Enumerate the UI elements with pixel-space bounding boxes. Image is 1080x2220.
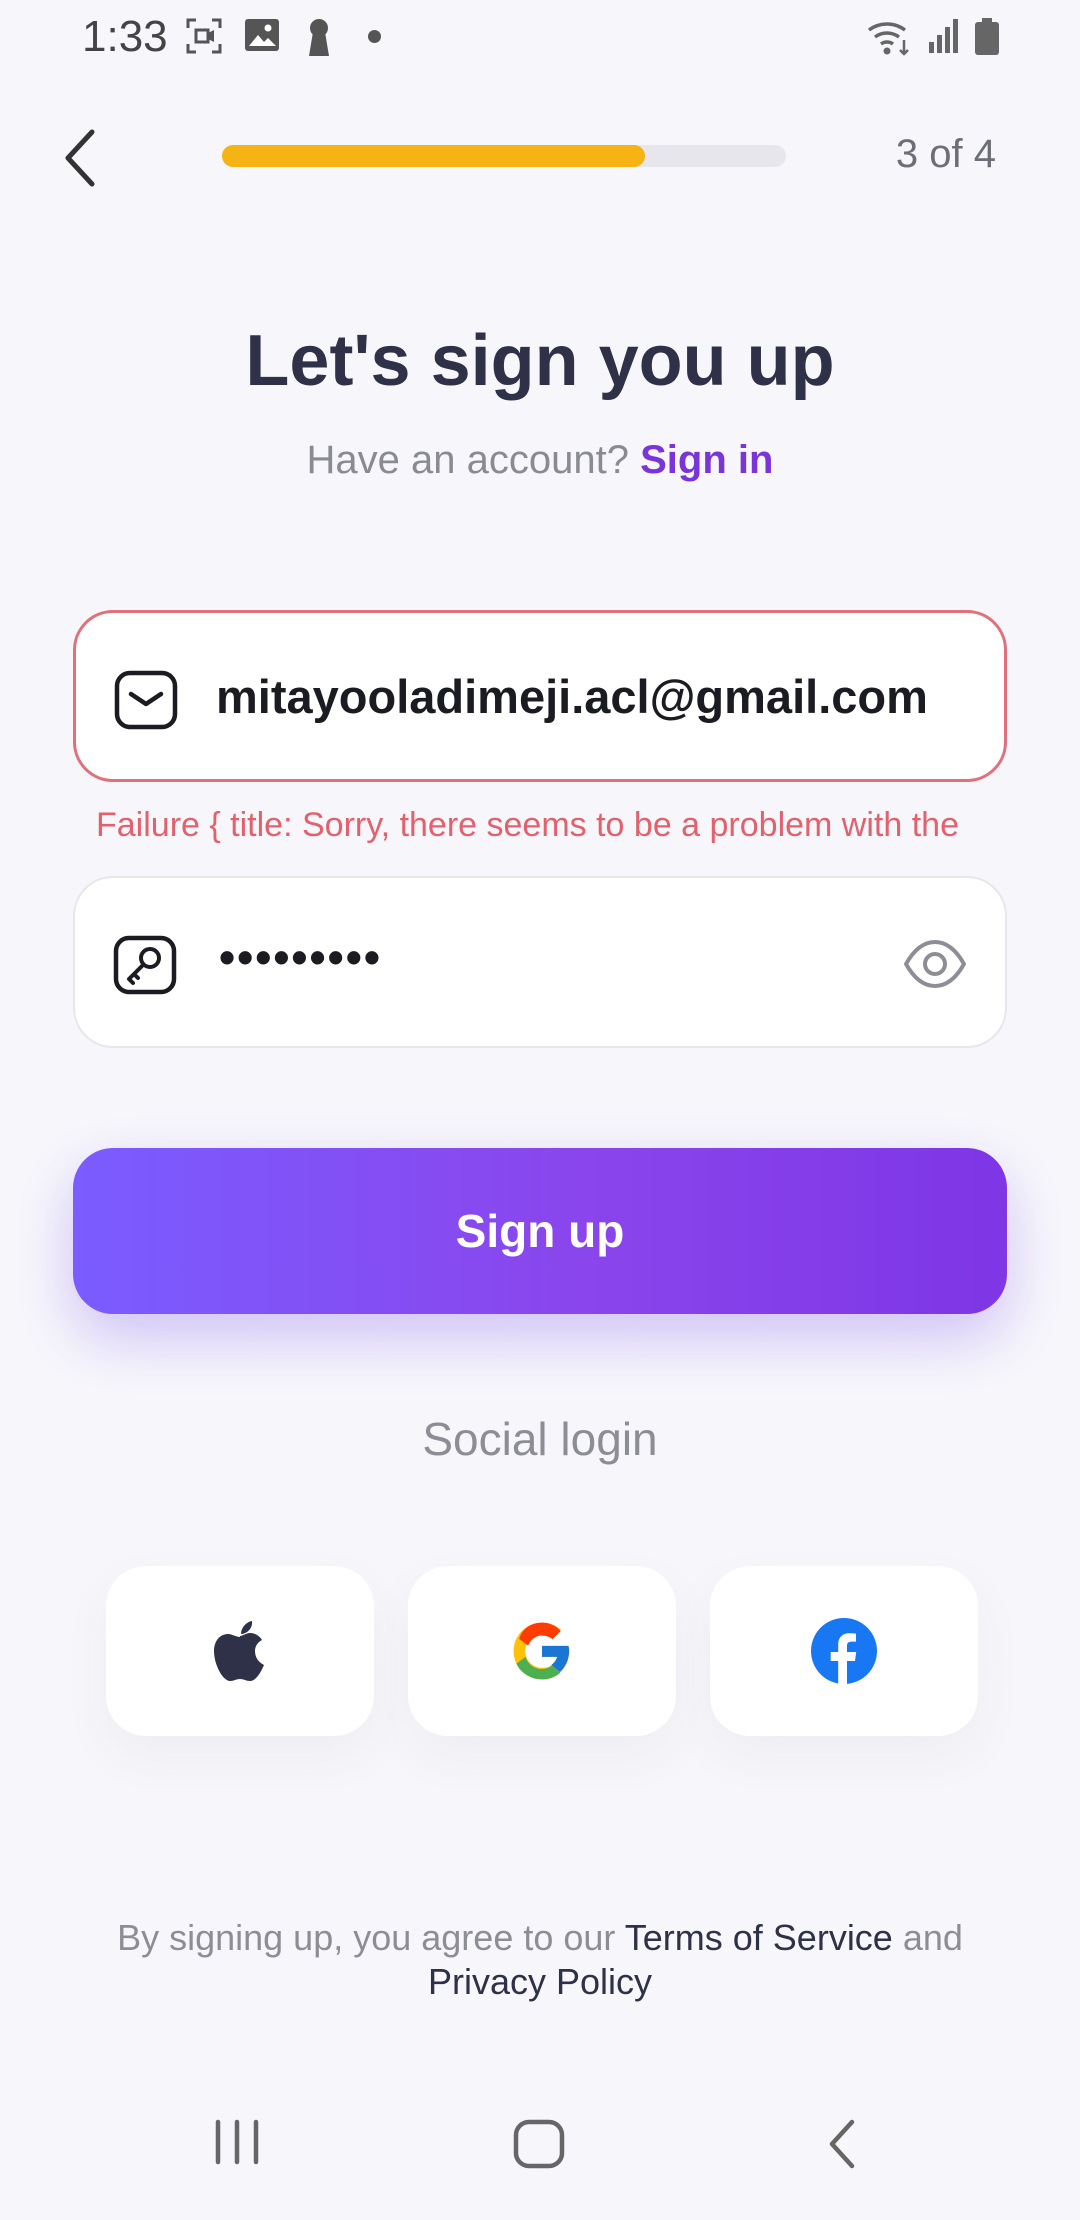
recent-apps-icon xyxy=(215,2119,259,2165)
home-icon xyxy=(513,2119,565,2169)
signup-button[interactable]: Sign up xyxy=(73,1148,1007,1314)
signin-prompt-text: Have an account? xyxy=(306,438,641,482)
chevron-left-icon xyxy=(65,129,95,187)
page-title: Let's sign you up xyxy=(245,321,835,401)
apple-icon xyxy=(214,1621,264,1681)
progress-fill xyxy=(222,145,645,167)
status-time: 1:33 xyxy=(82,12,168,61)
recent-apps-button[interactable] xyxy=(212,2118,262,2171)
email-field[interactable]: mitayooladimeji.acl@gmail.com xyxy=(73,610,1007,782)
screen-record-icon xyxy=(186,18,222,54)
gallery-icon xyxy=(245,19,279,51)
signal-icon xyxy=(929,19,958,53)
privacy-policy-link[interactable]: Privacy Policy xyxy=(428,1961,652,2002)
status-bar: 1:33 xyxy=(0,0,1080,80)
password-field[interactable]: ••••••••• xyxy=(73,876,1007,1048)
toggle-password-visibility[interactable] xyxy=(903,936,967,992)
email-value: mitayooladimeji.acl@gmail.com xyxy=(216,670,928,723)
wifi-icon xyxy=(867,22,909,56)
terms-prefix: By signing up, you agree to our xyxy=(117,1917,625,1958)
keyhole-icon xyxy=(309,19,329,56)
facebook-icon xyxy=(811,1618,877,1684)
social-login-label: Social login xyxy=(422,1413,658,1465)
signin-prompt: Have an account? Sign in xyxy=(0,438,1080,483)
apple-login-button[interactable] xyxy=(106,1566,374,1736)
terms-notice: By signing up, you agree to our Terms of… xyxy=(0,1916,1080,2004)
email-error-message: Failure { title: Sorry, there seems to b… xyxy=(96,806,959,844)
signin-link[interactable]: Sign in xyxy=(640,438,773,482)
key-icon xyxy=(113,935,177,995)
notification-dot-icon xyxy=(368,30,381,43)
eye-icon xyxy=(904,940,966,988)
back-button[interactable] xyxy=(58,128,106,188)
system-back-button[interactable] xyxy=(824,2118,860,2175)
back-icon xyxy=(829,2119,855,2169)
password-value: ••••••••• xyxy=(219,931,382,983)
progress-bar xyxy=(222,145,786,167)
google-login-button[interactable] xyxy=(408,1566,676,1736)
terms-middle: and xyxy=(892,1917,963,1958)
facebook-login-button[interactable] xyxy=(710,1566,978,1736)
signup-screen: 1:33 3 of 4 Let's sign you up Have an ac… xyxy=(0,0,1080,2220)
battery-icon xyxy=(975,18,999,55)
home-button[interactable] xyxy=(512,2118,566,2175)
mail-icon xyxy=(114,670,178,730)
google-icon xyxy=(513,1622,570,1680)
terms-of-service-link[interactable]: Terms of Service xyxy=(625,1917,893,1958)
step-indicator: 3 of 4 xyxy=(895,132,996,176)
